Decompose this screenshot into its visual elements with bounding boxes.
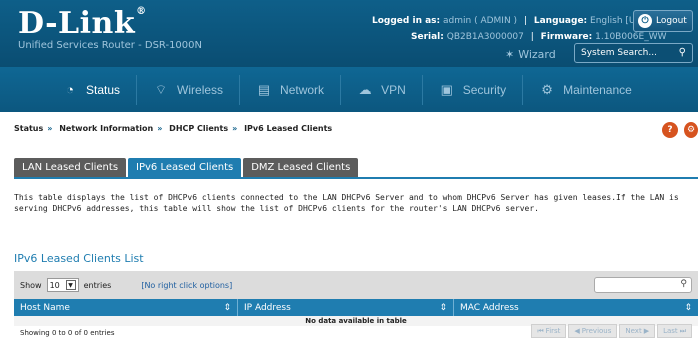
entries-select[interactable]: 10 ▼ xyxy=(46,278,79,292)
wand-icon: ✶ xyxy=(505,48,515,61)
breadcrumb-status[interactable]: Status xyxy=(14,124,43,133)
search-icon: ⚲ xyxy=(680,279,687,289)
header-bar: D-Link® Unified Services Router - DSR-10… xyxy=(0,0,698,67)
breadcrumb-current: IPv6 Leased Clients xyxy=(244,124,333,133)
pagination: ⏮ First ◀ Previous Next ▶ Last ⏭ xyxy=(531,324,692,338)
gauge-icon: ◔ xyxy=(66,82,74,97)
page-description: This table displays the list of DHCPv6 c… xyxy=(14,193,679,213)
column-mac-address[interactable]: MAC Address ⇕ xyxy=(454,299,698,316)
help-icon[interactable]: ? xyxy=(662,122,678,138)
tab-dmz-leased-clients[interactable]: DMZ Leased Clients xyxy=(243,158,359,177)
table-header: Host Name ⇕ IP Address ⇕ MAC Address ⇕ xyxy=(14,299,698,316)
tab-ipv6-leased-clients[interactable]: IPv6 Leased Clients xyxy=(128,158,242,177)
leased-clients-table: Show 10 ▼ entries [No right click option… xyxy=(14,271,698,347)
nav-status[interactable]: ◔ Status xyxy=(46,75,136,105)
previous-page-button[interactable]: ◀ Previous xyxy=(568,324,618,338)
breadcrumb-dhcp-clients[interactable]: DHCP Clients xyxy=(169,124,228,133)
cloud-icon: ☁ xyxy=(358,81,372,97)
last-icon: ⏭ xyxy=(679,326,686,335)
next-icon: ▶ xyxy=(643,327,650,335)
wifi-icon: ⌔ xyxy=(154,81,168,97)
first-icon: ⏮ xyxy=(537,326,544,335)
first-page-button[interactable]: ⏮ First xyxy=(531,324,567,338)
list-title: IPv6 Leased Clients List xyxy=(14,252,144,265)
table-info: Showing 0 to 0 of 0 entries xyxy=(20,329,115,337)
breadcrumb: Status» Network Information» DHCP Client… xyxy=(14,124,333,133)
device-info: Serial: QB2B1A3000007 | Firmware: 1.10B0… xyxy=(411,32,667,42)
search-icon: ⚲ xyxy=(678,47,686,58)
last-page-button[interactable]: Last ⏭ xyxy=(657,324,692,338)
dlink-logo: D-Link® xyxy=(18,6,147,41)
nav-security[interactable]: ▣ Security xyxy=(421,74,522,105)
column-host-name[interactable]: Host Name ⇕ xyxy=(14,299,238,316)
table-filter-input[interactable]: ⚲ xyxy=(594,277,692,293)
tab-lan-leased-clients[interactable]: LAN Leased Clients xyxy=(14,158,127,177)
nav-wireless[interactable]: ⌔ Wireless xyxy=(136,74,239,105)
lock-icon: ▣ xyxy=(440,81,453,97)
product-name: Unified Services Router - DSR-1000N xyxy=(18,40,202,51)
network-icon: ▤ xyxy=(257,81,271,97)
sort-icon: ⇕ xyxy=(439,302,447,313)
previous-icon: ◀ xyxy=(574,327,580,335)
next-page-button[interactable]: Next ▶ xyxy=(619,324,656,338)
login-info: Logged in as: admin ( ADMIN ) | Language… xyxy=(372,16,645,26)
no-right-click-options-link[interactable]: [No right click options] xyxy=(141,281,232,290)
power-icon: ⏻ xyxy=(638,14,652,28)
system-search-input[interactable]: System Search... ⚲ xyxy=(574,43,693,63)
gears-icon: ⚙ xyxy=(541,81,553,97)
nav-network[interactable]: ▤ Network xyxy=(239,74,340,105)
wizard-link[interactable]: ✶ Wizard xyxy=(505,48,556,61)
sort-icon: ⇕ xyxy=(684,302,692,313)
nav-vpn[interactable]: ☁ VPN xyxy=(340,74,422,105)
logout-button[interactable]: ⏻ Logout xyxy=(633,10,693,32)
sort-icon: ⇕ xyxy=(223,302,231,313)
nav-maintenance[interactable]: ⚙ Maintenance xyxy=(522,74,648,105)
chevron-down-icon: ▼ xyxy=(65,280,76,290)
table-toolbar: Show 10 ▼ entries [No right click option… xyxy=(14,271,698,299)
settings-icon[interactable]: ⚙ xyxy=(684,122,698,138)
column-ip-address[interactable]: IP Address ⇕ xyxy=(238,299,454,316)
breadcrumb-network-information[interactable]: Network Information xyxy=(59,124,153,133)
tab-underline xyxy=(14,177,698,179)
main-nav: ◔ Status ⌔ Wireless ▤ Network ☁ VPN ▣ Se… xyxy=(0,67,698,112)
tab-bar: LAN Leased Clients IPv6 Leased Clients D… xyxy=(14,158,359,177)
